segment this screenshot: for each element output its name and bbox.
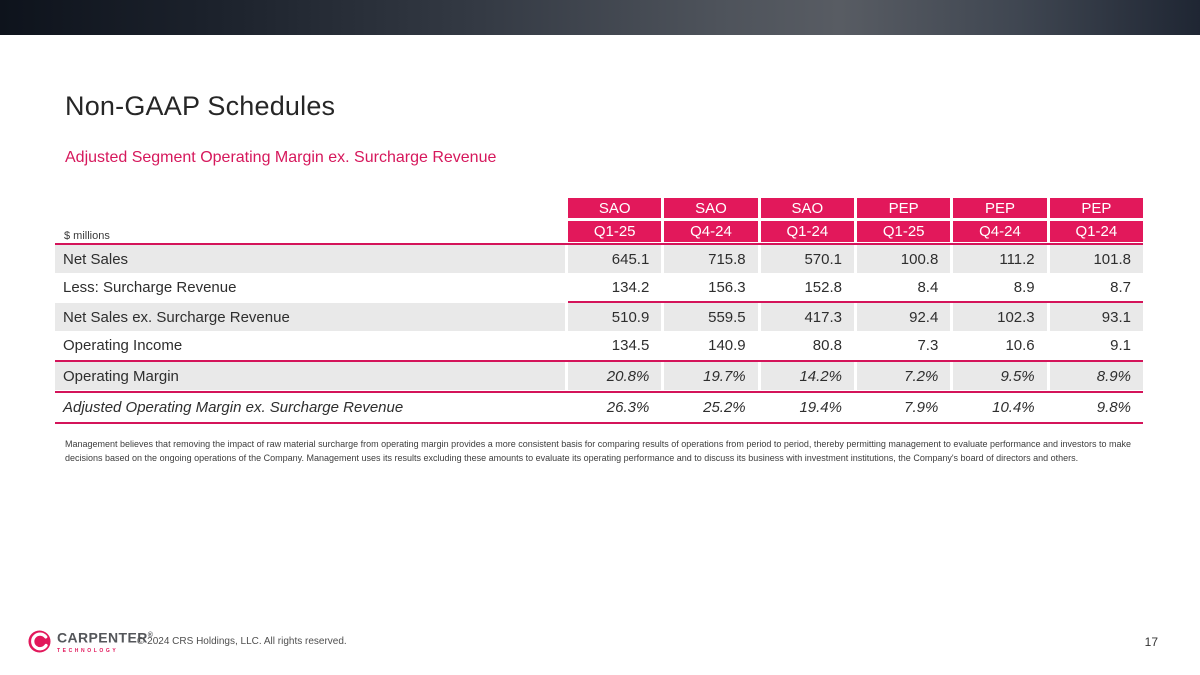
cell-r1-c1: 156.3	[664, 273, 757, 301]
table-header-periods: $ millions Q1-25Q4-24Q1-24Q1-25Q4-24Q1-2…	[55, 221, 1143, 242]
row-label: Less: Surcharge Revenue	[55, 273, 565, 301]
cell-r3-c5: 9.1	[1050, 331, 1143, 359]
table-divider	[55, 422, 1143, 424]
cell-r2-c5: 93.1	[1050, 303, 1143, 331]
table-row-1: Less: Surcharge Revenue134.2156.3152.88.…	[55, 273, 1143, 301]
cell-r3-c2: 80.8	[761, 331, 854, 359]
header-period-0: Q1-25	[568, 221, 661, 242]
table-row-2: Net Sales ex. Surcharge Revenue510.9559.…	[55, 303, 1143, 331]
header-group-1: SAO	[664, 198, 757, 218]
row-label: Adjusted Operating Margin ex. Surcharge …	[55, 393, 565, 421]
cell-r1-c4: 8.9	[953, 273, 1046, 301]
cell-r5-c4: 10.4%	[953, 393, 1046, 421]
page-number: 17	[1145, 635, 1158, 649]
cell-r2-c1: 559.5	[664, 303, 757, 331]
cell-r3-c1: 140.9	[664, 331, 757, 359]
header-group-3: PEP	[857, 198, 950, 218]
header-period-4: Q4-24	[953, 221, 1046, 242]
presentation-slide: Non-GAAP Schedules Adjusted Segment Oper…	[0, 0, 1200, 675]
row-label: Operating Income	[55, 331, 565, 359]
footnote-text: Management believes that removing the im…	[65, 438, 1140, 465]
cell-r4-c1: 19.7%	[664, 362, 757, 390]
cell-r4-c5: 8.9%	[1050, 362, 1143, 390]
cell-r0-c2: 570.1	[761, 245, 854, 273]
header-period-1: Q4-24	[664, 221, 757, 242]
table-row-0: Net Sales645.1715.8570.1100.8111.2101.8	[55, 245, 1143, 273]
header-period-3: Q1-25	[857, 221, 950, 242]
row-label: Operating Margin	[55, 362, 565, 390]
cell-r5-c1: 25.2%	[664, 393, 757, 421]
table-body: Net Sales645.1715.8570.1100.8111.2101.8L…	[55, 245, 1143, 424]
cell-r2-c3: 92.4	[857, 303, 950, 331]
cell-r0-c5: 101.8	[1050, 245, 1143, 273]
header-period-2: Q1-24	[761, 221, 854, 242]
cell-r0-c4: 111.2	[953, 245, 1046, 273]
logo-subtext: TECHNOLOGY	[57, 648, 153, 654]
row-label: Net Sales ex. Surcharge Revenue	[55, 303, 565, 331]
non-gaap-table: SAOSAOSAOPEPPEPPEP $ millions Q1-25Q4-24…	[55, 198, 1143, 424]
header-group-5: PEP	[1050, 198, 1143, 218]
cell-r2-c2: 417.3	[761, 303, 854, 331]
cell-r2-c4: 102.3	[953, 303, 1046, 331]
cell-r5-c2: 19.4%	[761, 393, 854, 421]
cell-r3-c3: 7.3	[857, 331, 950, 359]
cell-r0-c1: 715.8	[664, 245, 757, 273]
cell-r3-c0: 134.5	[568, 331, 661, 359]
header-group-2: SAO	[761, 198, 854, 218]
table-header-groups: SAOSAOSAOPEPPEPPEP	[55, 198, 1143, 218]
table-row-3: Operating Income134.5140.980.87.310.69.1	[55, 331, 1143, 359]
table-row-5: Adjusted Operating Margin ex. Surcharge …	[55, 393, 1143, 421]
cell-r1-c3: 8.4	[857, 273, 950, 301]
cell-r3-c4: 10.6	[953, 331, 1046, 359]
carpenter-swirl-icon	[28, 630, 51, 653]
cell-r5-c0: 26.3%	[568, 393, 661, 421]
cell-r4-c2: 14.2%	[761, 362, 854, 390]
header-group-0: SAO	[568, 198, 661, 218]
slide-subtitle: Adjusted Segment Operating Margin ex. Su…	[65, 149, 496, 167]
copyright-text: © 2024 CRS Holdings, LLC. All rights res…	[137, 636, 347, 647]
cell-r5-c3: 7.9%	[857, 393, 950, 421]
page-title: Non-GAAP Schedules	[65, 91, 335, 122]
cell-r1-c5: 8.7	[1050, 273, 1143, 301]
cell-r2-c0: 510.9	[568, 303, 661, 331]
top-accent-bar	[0, 0, 1200, 35]
row-label: Net Sales	[55, 245, 565, 273]
cell-r4-c3: 7.2%	[857, 362, 950, 390]
cell-r1-c0: 134.2	[568, 273, 661, 301]
header-spacer	[55, 198, 565, 218]
header-period-5: Q1-24	[1050, 221, 1143, 242]
cell-r5-c5: 9.8%	[1050, 393, 1143, 421]
company-logo: CARPENTER® TECHNOLOGY	[28, 628, 153, 654]
header-group-4: PEP	[953, 198, 1046, 218]
cell-r4-c4: 9.5%	[953, 362, 1046, 390]
cell-r1-c2: 152.8	[761, 273, 854, 301]
cell-r0-c0: 645.1	[568, 245, 661, 273]
cell-r4-c0: 20.8%	[568, 362, 661, 390]
table-row-4: Operating Margin20.8%19.7%14.2%7.2%9.5%8…	[55, 362, 1143, 390]
units-label: $ millions	[55, 221, 565, 242]
cell-r0-c3: 100.8	[857, 245, 950, 273]
